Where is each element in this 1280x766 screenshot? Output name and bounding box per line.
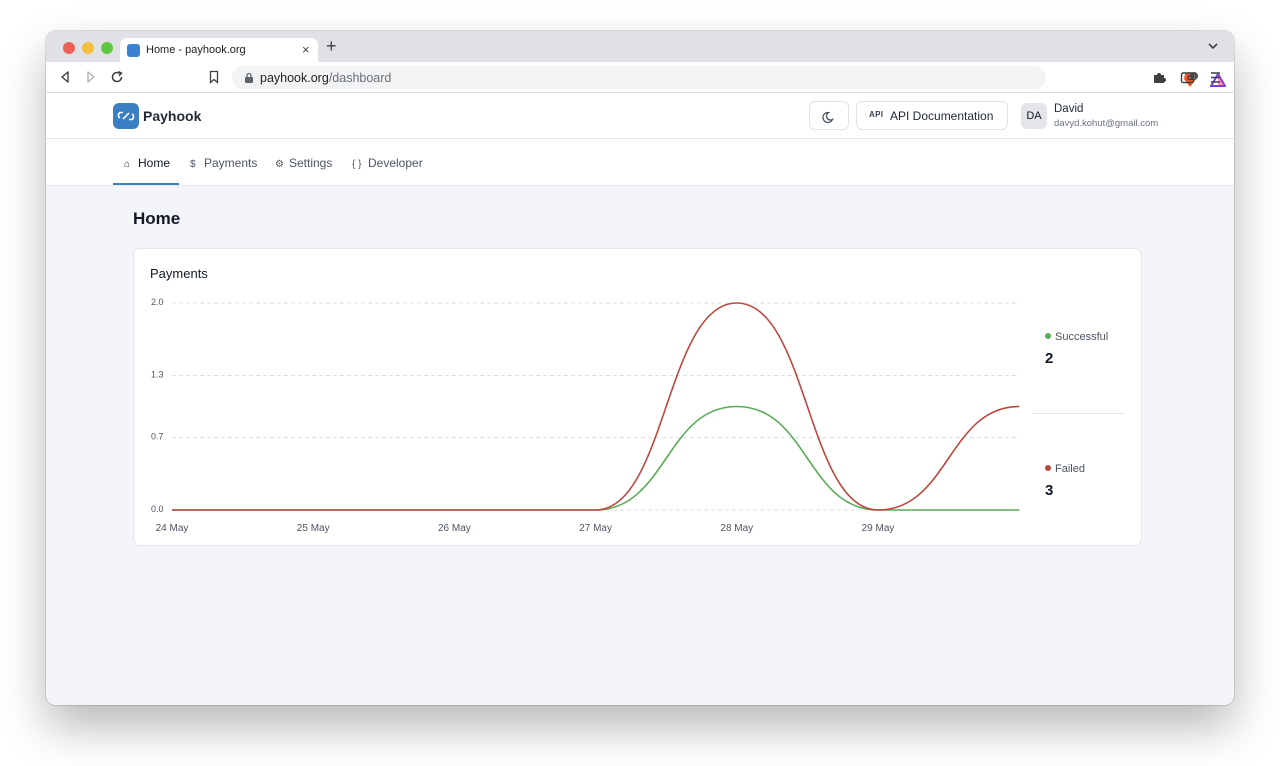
moon-icon: [822, 111, 834, 124]
payments-chart-card: Payments 0.0 0.7 1.3 2.0 24 May 25 May 26 May 2…: [133, 248, 1142, 546]
legend-failed: Failed 3: [1045, 459, 1085, 499]
series-line-successful: [172, 405, 1020, 511]
brand-name[interactable]: Payhook: [143, 108, 201, 124]
y-tick-label: 0.0: [151, 504, 164, 514]
tab-strip: Home - payhook.org × +: [46, 31, 1234, 62]
browser-toolbar: payhook.org/dashboard 1: [46, 62, 1234, 93]
home-icon: ⌂: [124, 159, 131, 170]
nav-item-settings[interactable]: ⚙ Settings: [275, 156, 332, 185]
x-tick-label: 26 May: [438, 523, 471, 534]
x-tick-label: 28 May: [720, 523, 753, 534]
legend-total: 3: [1045, 482, 1054, 499]
legend-successful-dot-icon: [1045, 333, 1051, 339]
y-tick-label: 2.0: [151, 297, 164, 307]
legend-failed-dot-icon: [1045, 465, 1051, 471]
address-bar[interactable]: payhook.org/dashboard 1: [232, 66, 1226, 89]
nav-item-label: Home: [138, 156, 171, 170]
nav-item-label: Developer: [368, 156, 423, 170]
url-text: payhook.org/dashboard: [260, 71, 392, 85]
payhook-favicon-icon: [127, 44, 140, 57]
y-tick-label: 0.7: [151, 432, 164, 442]
api-documentation-label: API Documentation: [890, 109, 994, 123]
nav-item-home[interactable]: ⌂ Home: [124, 156, 170, 185]
forward-arrow-icon[interactable]: [84, 70, 98, 84]
y-tick-label: 1.3: [151, 369, 164, 379]
browser-tab[interactable]: Home - payhook.org ×: [120, 38, 318, 62]
braces-icon: { }: [352, 159, 362, 170]
legend-divider: [1032, 413, 1125, 414]
legend-label: Failed: [1055, 463, 1085, 475]
maximize-window-button[interactable]: [101, 42, 113, 54]
avatar[interactable]: DA: [1021, 103, 1047, 129]
x-tick-label: 27 May: [579, 523, 612, 534]
payments-line-chart: 0.0 0.7 1.3 2.0 24 May 25 May 26 May 27 May 28 M…: [151, 297, 1020, 534]
theme-toggle-button[interactable]: [809, 101, 849, 130]
x-tick-label: 25 May: [297, 523, 330, 534]
gear-icon: ⚙: [275, 159, 284, 170]
tab-title: Home - payhook.org: [146, 44, 246, 56]
legend-label: Successful: [1055, 331, 1109, 343]
api-icon: API: [869, 110, 884, 119]
legend-successful: Successful 2: [1045, 327, 1108, 367]
close-window-button[interactable]: [63, 42, 75, 54]
active-tab-indicator: [113, 183, 179, 185]
payhook-app: Payhook API API Documentation DA David d…: [46, 93, 1234, 705]
api-documentation-button[interactable]: API API Documentation: [856, 101, 1008, 130]
app-header: Payhook API API Documentation DA David d…: [46, 93, 1234, 139]
payhook-logo-icon[interactable]: [113, 103, 139, 129]
tab-close-button[interactable]: ×: [302, 42, 310, 57]
user-name: David: [1054, 103, 1084, 115]
back-arrow-icon[interactable]: [58, 70, 72, 84]
series-line-failed: [172, 302, 1020, 511]
page-title: Home: [133, 209, 181, 228]
menu-lines-icon[interactable]: [1208, 70, 1223, 85]
nav-item-developer[interactable]: { } Developer: [352, 156, 423, 185]
nav-item-label: Settings: [289, 156, 333, 170]
bookmark-icon[interactable]: [207, 70, 221, 84]
x-tick-label: 29 May: [862, 523, 895, 534]
dollar-icon: $: [190, 159, 196, 170]
nav-item-label: Payments: [204, 156, 258, 170]
minimize-window-button[interactable]: [82, 42, 94, 54]
extensions-puzzle-icon[interactable]: [1152, 70, 1167, 85]
legend-total: 2: [1045, 350, 1054, 367]
x-tick-label: 24 May: [156, 523, 189, 534]
browser-window: Home - payhook.org × + payhook.org/dashb…: [46, 31, 1234, 705]
user-email: davyd.kohut@gmail.com: [1054, 118, 1159, 129]
nav-item-payments[interactable]: $ Payments: [190, 156, 257, 185]
tab-search-chevron-icon[interactable]: [1206, 39, 1220, 53]
lock-icon: [245, 72, 253, 83]
new-tab-button[interactable]: +: [326, 37, 337, 55]
reload-icon[interactable]: [110, 70, 124, 84]
wallet-icon[interactable]: [1180, 70, 1195, 85]
main-nav: ⌂ Home $ Payments ⚙ Settings { } Developer: [46, 139, 1234, 186]
